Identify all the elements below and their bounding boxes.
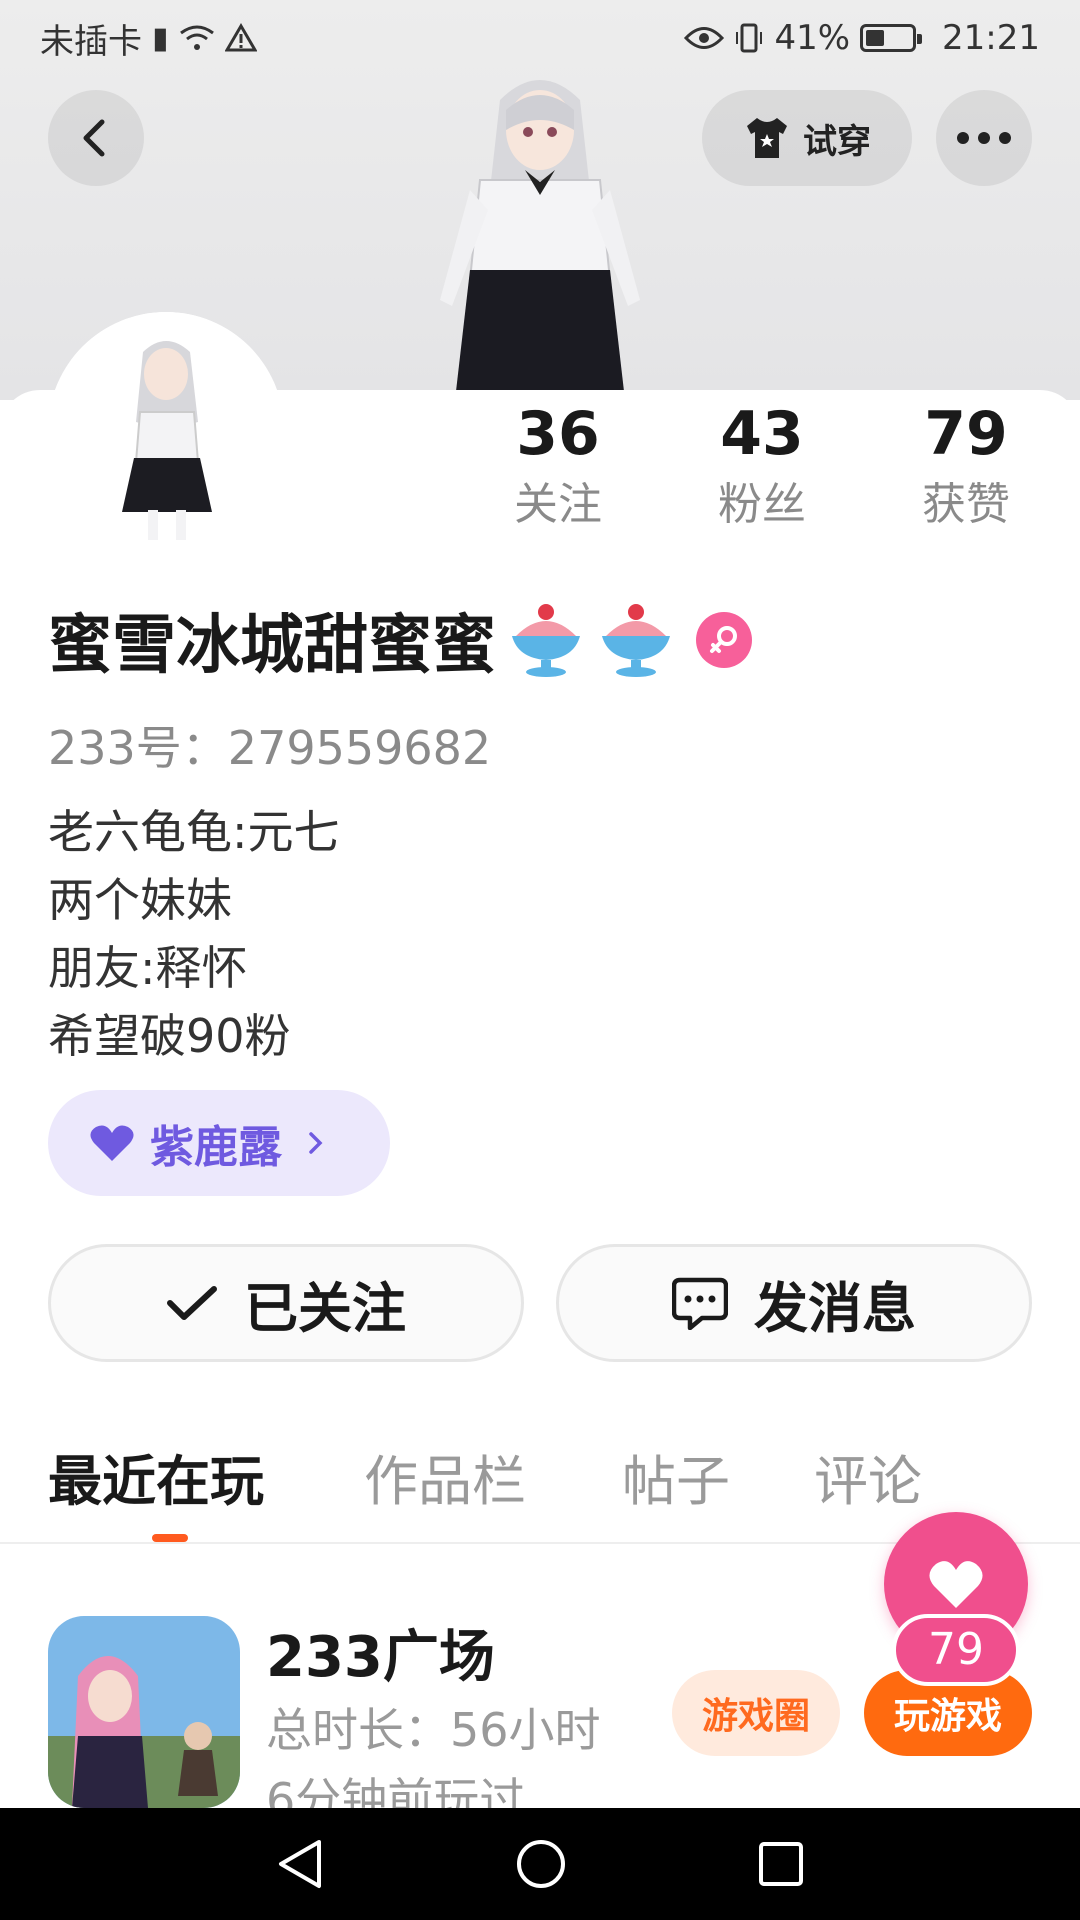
game-cover-image — [48, 1616, 240, 1808]
game-playtime: 总时长：56小时 — [266, 1703, 601, 1757]
stat-value: 43 — [720, 399, 804, 469]
avatar-3d-figure — [440, 80, 640, 400]
tab-indicator — [152, 1534, 188, 1542]
chevron-right-icon — [309, 1132, 323, 1154]
bio-line: 朋友:释怀 — [48, 941, 248, 995]
more-dots-icon — [957, 132, 1011, 144]
bio-line: 两个妹妹 — [48, 873, 232, 927]
chat-bubble-icon — [672, 1277, 728, 1330]
tab-posts[interactable]: 帖子 — [622, 1440, 730, 1524]
tab-recently-played[interactable]: 最近在玩 — [48, 1440, 264, 1524]
send-message-button[interactable]: 发消息 — [556, 1244, 1032, 1362]
heart-icon — [90, 1125, 134, 1161]
send-message-label: 发消息 — [754, 1276, 916, 1340]
chevron-left-icon — [83, 119, 105, 157]
sim-alert-icon: ▮ — [152, 20, 169, 56]
stats-row: 36 关注 43 粉丝 79 获赞 — [0, 398, 1080, 548]
followed-label: 已关注 — [244, 1276, 406, 1340]
try-on-button[interactable]: 试穿 — [702, 90, 912, 186]
stat-fans[interactable]: 43 粉丝 — [682, 398, 842, 540]
check-icon — [167, 1286, 217, 1320]
user-bio: 老六龟龟:元七 两个妹妹 朋友:释怀 希望破90粉 — [48, 798, 340, 1070]
stat-value: 79 — [924, 399, 1008, 469]
heart-icon — [929, 1561, 983, 1608]
stat-following[interactable]: 36 关注 — [478, 398, 638, 540]
name-row: 蜜雪冰城甜蜜蜜 — [48, 600, 752, 683]
tab-comments[interactable]: 评论 — [814, 1440, 922, 1524]
game-icon[interactable] — [48, 1616, 240, 1808]
eye-icon — [684, 27, 725, 49]
carrier-text: 未插卡 — [40, 21, 142, 62]
stat-label: 关注 — [514, 479, 602, 530]
like-count-badge: 79 — [892, 1614, 1020, 1686]
bio-line: 希望破90粉 — [48, 1009, 291, 1063]
nav-home-icon[interactable] — [515, 1838, 567, 1890]
stat-label: 获赞 — [922, 479, 1010, 530]
stat-value: 36 — [516, 399, 600, 469]
warning-icon — [224, 23, 257, 52]
wifi-icon — [179, 25, 214, 50]
bio-line: 老六龟龟:元七 — [48, 805, 340, 859]
try-on-label: 试穿 — [803, 121, 871, 162]
nav-recents-icon[interactable] — [757, 1840, 805, 1888]
nav-back-icon[interactable] — [275, 1838, 325, 1890]
game-name: 233广场 — [266, 1625, 495, 1690]
more-button[interactable] — [936, 90, 1032, 186]
clock-time: 21:21 — [942, 18, 1040, 58]
back-button[interactable] — [48, 90, 144, 186]
relationship-tag[interactable]: 紫鹿露 — [48, 1090, 390, 1196]
user-id: 233号：279559682 — [48, 721, 492, 775]
shaved-ice-icon — [512, 604, 580, 677]
vibrate-icon — [736, 23, 763, 53]
relationship-tag-label: 紫鹿露 — [150, 1122, 282, 1173]
female-gender-badge — [696, 612, 752, 668]
shirt-icon — [747, 118, 787, 158]
followed-button[interactable]: 已关注 — [48, 1244, 524, 1362]
game-circle-button[interactable]: 游戏圈 — [672, 1670, 840, 1756]
status-bar: 未插卡 ▮ 41% 21:21 — [0, 0, 1080, 76]
shaved-ice-icon — [602, 604, 670, 677]
system-nav-bar — [0, 1808, 1080, 1920]
tab-works[interactable]: 作品栏 — [364, 1440, 526, 1524]
user-name: 蜜雪冰城甜蜜蜜 — [48, 609, 496, 683]
stat-label: 粉丝 — [718, 479, 806, 530]
battery-icon — [860, 24, 923, 52]
female-icon — [710, 626, 737, 653]
game-last-played: 6分钟前玩过 — [266, 1773, 526, 1810]
battery-percent: 41% — [774, 18, 851, 58]
stat-likes[interactable]: 79 获赞 — [886, 398, 1046, 540]
